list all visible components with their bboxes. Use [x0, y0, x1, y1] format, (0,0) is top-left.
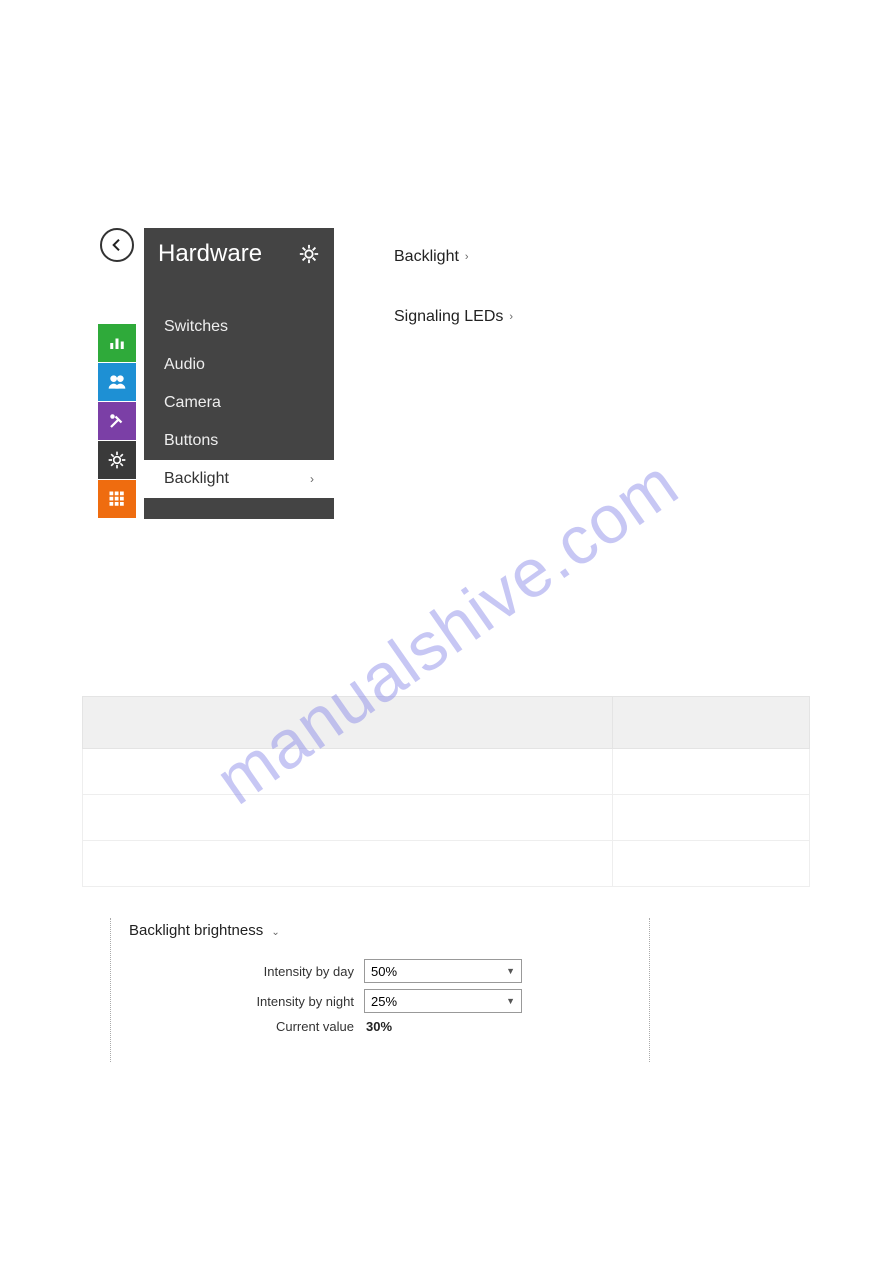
link-backlight[interactable]: Backlight ›	[394, 248, 513, 266]
screenshot-region: Hardware Switches Audio Camera Buttons B…	[98, 228, 513, 519]
menu-item-backlight[interactable]: Backlight ›	[144, 460, 334, 498]
link-label: Signaling LEDs	[394, 308, 503, 326]
menu-item-label: Backlight	[164, 470, 229, 488]
select-value: 25%	[371, 994, 397, 1009]
settings-tile[interactable]	[98, 441, 136, 479]
empty-table	[82, 696, 810, 887]
dropdown-icon: ▼	[506, 966, 515, 976]
menu-item-camera[interactable]: Camera	[144, 384, 334, 422]
arrow-left-icon	[109, 237, 125, 253]
row-current-value: Current value 30%	[129, 1019, 631, 1034]
label-intensity-day: Intensity by day	[129, 964, 364, 979]
select-intensity-day[interactable]: 50% ▼	[364, 959, 522, 983]
tools-icon	[108, 412, 126, 430]
row-intensity-day: Intensity by day 50% ▼	[129, 959, 631, 983]
menu-item-audio[interactable]: Audio	[144, 346, 334, 384]
table-row	[83, 749, 810, 795]
menu-header: Hardware	[144, 228, 334, 280]
link-label: Backlight	[394, 248, 459, 266]
grid-tile[interactable]	[98, 480, 136, 518]
stats-tile[interactable]	[98, 324, 136, 362]
users-tile[interactable]	[98, 363, 136, 401]
chevron-right-icon: ›	[509, 311, 513, 323]
panel-title-text: Backlight brightness	[129, 922, 263, 939]
left-column	[98, 228, 144, 519]
label-intensity-night: Intensity by night	[129, 994, 364, 1009]
menu-items: Switches Audio Camera Buttons Backlight …	[144, 280, 334, 498]
content-links: Backlight › Signaling LEDs ›	[394, 248, 513, 519]
link-signaling-leds[interactable]: Signaling LEDs ›	[394, 308, 513, 326]
bar-chart-icon	[108, 334, 126, 352]
dropdown-icon: ▼	[506, 996, 515, 1006]
current-value: 30%	[364, 1019, 392, 1034]
select-value: 50%	[371, 964, 397, 979]
menu-title: Hardware	[158, 240, 262, 268]
backlight-brightness-panel: Backlight brightness ⌄ Intensity by day …	[110, 918, 650, 1062]
table-row	[83, 841, 810, 887]
label-current-value: Current value	[129, 1019, 364, 1034]
grid-icon	[108, 490, 126, 508]
chevron-right-icon: ›	[465, 251, 469, 263]
back-button[interactable]	[100, 228, 134, 262]
hardware-menu: Hardware Switches Audio Camera Buttons B…	[144, 228, 334, 519]
table-header-row	[83, 697, 810, 749]
tools-tile[interactable]	[98, 402, 136, 440]
menu-item-switches[interactable]: Switches	[144, 308, 334, 346]
menu-item-buttons[interactable]: Buttons	[144, 422, 334, 460]
chevron-right-icon: ›	[310, 472, 314, 486]
gear-icon	[107, 450, 127, 470]
gear-icon[interactable]	[298, 243, 320, 265]
row-intensity-night: Intensity by night 25% ▼	[129, 989, 631, 1013]
users-icon	[107, 372, 127, 392]
chevron-down-icon: ⌄	[271, 927, 279, 938]
table-row	[83, 795, 810, 841]
icon-rail	[98, 324, 144, 519]
panel-title[interactable]: Backlight brightness ⌄	[129, 922, 631, 939]
select-intensity-night[interactable]: 25% ▼	[364, 989, 522, 1013]
